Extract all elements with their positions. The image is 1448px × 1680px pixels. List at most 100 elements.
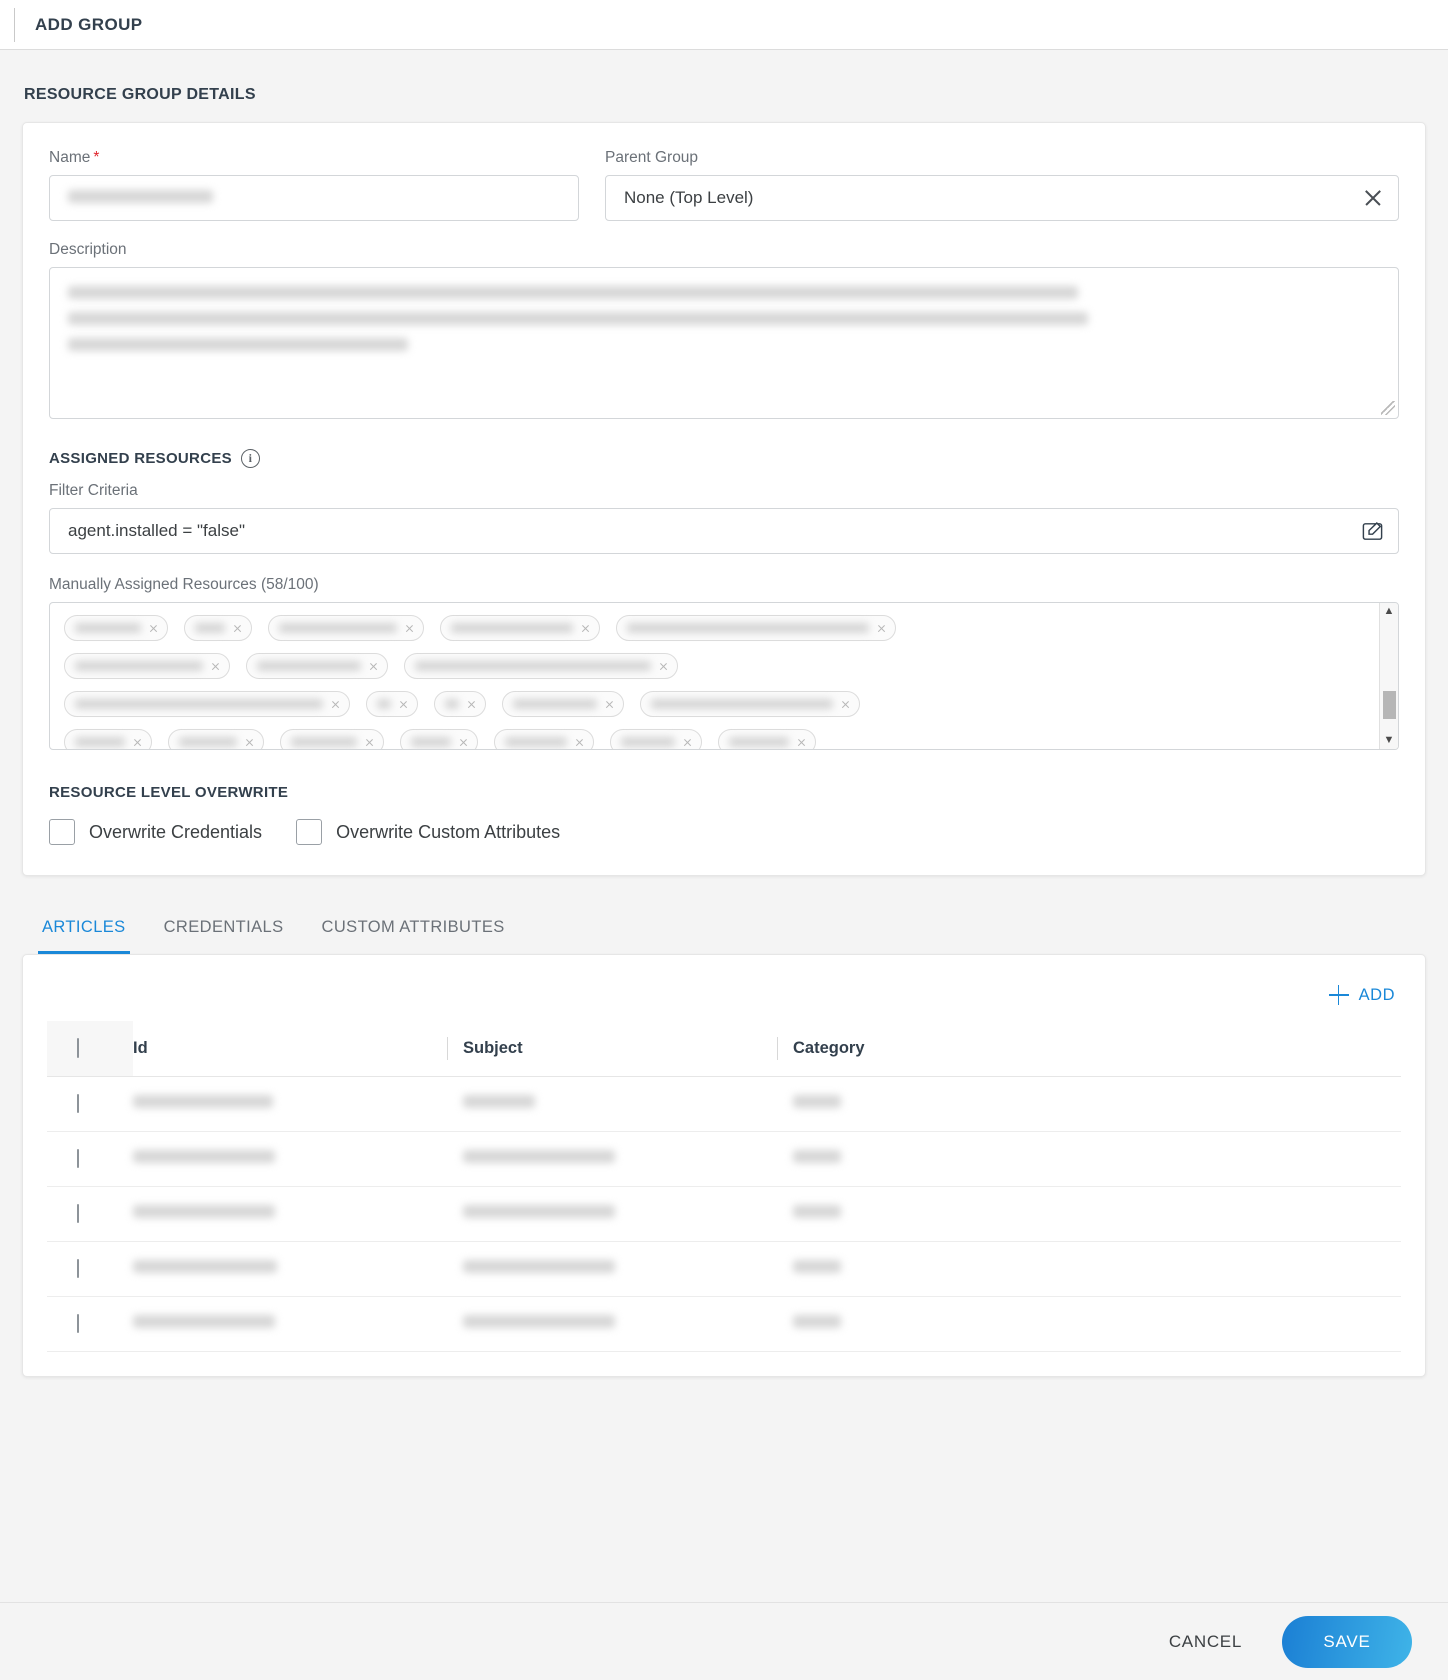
assigned-resources-title: ASSIGNED RESOURCES: [49, 450, 232, 467]
close-icon[interactable]: [575, 738, 583, 746]
select-all-header[interactable]: [47, 1021, 133, 1077]
resource-chip[interactable]: [280, 729, 384, 749]
resource-chip[interactable]: [64, 615, 168, 641]
resource-chip[interactable]: [168, 729, 264, 749]
resource-chip[interactable]: [400, 729, 478, 749]
description-textarea[interactable]: [49, 267, 1399, 419]
table-body: [47, 1076, 1401, 1352]
redacted-chip-text: [451, 623, 573, 633]
close-icon[interactable]: [233, 624, 241, 632]
scrollbar-thumb[interactable]: [1383, 691, 1396, 719]
close-icon[interactable]: [211, 662, 219, 670]
resource-chip[interactable]: [246, 653, 388, 679]
table-row[interactable]: [47, 1241, 1401, 1297]
row-checkbox-cell[interactable]: [47, 1296, 133, 1352]
close-icon[interactable]: [399, 700, 407, 708]
column-header-id[interactable]: Id: [133, 1021, 463, 1077]
resource-chip[interactable]: [610, 729, 702, 749]
cell-subject: [463, 1076, 793, 1132]
name-input-value: [68, 188, 564, 208]
table-header-row: Id Subject Category: [47, 1021, 1401, 1077]
resource-chip[interactable]: [434, 691, 486, 717]
column-header-category[interactable]: Category: [777, 1021, 1401, 1077]
cell-subject: [463, 1131, 793, 1187]
checkbox-box-icon[interactable]: [49, 819, 75, 845]
name-label-text: Name: [49, 149, 91, 166]
resource-chip[interactable]: [64, 691, 350, 717]
table-row[interactable]: [47, 1186, 1401, 1242]
resource-chip[interactable]: [494, 729, 594, 749]
resource-chip[interactable]: [718, 729, 816, 749]
chip-row: [64, 729, 1368, 749]
row-checkbox-cell[interactable]: [47, 1186, 133, 1242]
checkbox-box-icon[interactable]: [77, 1038, 79, 1058]
checkbox-box-icon[interactable]: [77, 1204, 79, 1223]
parent-group-select[interactable]: None (Top Level): [605, 175, 1399, 221]
tab-credentials[interactable]: CREDENTIALS: [160, 910, 288, 954]
table-row[interactable]: [47, 1131, 1401, 1187]
close-icon[interactable]: [365, 738, 373, 746]
checkbox-box-icon[interactable]: [296, 819, 323, 845]
resource-chip[interactable]: [640, 691, 860, 717]
redacted-chip-text: [445, 699, 459, 709]
articles-panel: ADD Id Subject Category: [22, 954, 1426, 1377]
close-icon[interactable]: [1362, 187, 1384, 209]
column-header-subject[interactable]: Subject: [447, 1021, 793, 1077]
chevron-up-icon[interactable]: ▲: [1384, 603, 1395, 620]
table-row[interactable]: [47, 1076, 1401, 1132]
checkbox-box-icon[interactable]: [77, 1149, 79, 1168]
close-icon[interactable]: [659, 662, 667, 670]
resource-chip[interactable]: [616, 615, 896, 641]
checkbox-box-icon[interactable]: [77, 1259, 79, 1278]
row-checkbox-cell[interactable]: [47, 1076, 133, 1132]
tab-custom-attributes[interactable]: CUSTOM ATTRIBUTES: [318, 910, 509, 954]
close-icon[interactable]: [149, 624, 157, 632]
checkbox-box-icon[interactable]: [77, 1314, 79, 1333]
resource-chip[interactable]: [366, 691, 418, 717]
close-icon[interactable]: [459, 738, 467, 746]
resource-chip[interactable]: [184, 615, 252, 641]
cancel-button[interactable]: CANCEL: [1159, 1620, 1252, 1664]
resource-chip[interactable]: [64, 729, 152, 749]
tab-articles[interactable]: ARTICLES: [38, 910, 130, 954]
close-icon[interactable]: [581, 624, 589, 632]
close-icon[interactable]: [683, 738, 691, 746]
assigned-resources-heading: ASSIGNED RESOURCES i: [49, 449, 1399, 468]
resource-group-details-heading: RESOURCE GROUP DETAILS: [24, 86, 256, 103]
resource-chip[interactable]: [404, 653, 678, 679]
resource-chip[interactable]: [440, 615, 600, 641]
parent-group-label: Parent Group: [605, 149, 699, 166]
close-icon[interactable]: [841, 700, 849, 708]
row-checkbox-cell[interactable]: [47, 1241, 133, 1297]
add-article-button[interactable]: ADD: [47, 975, 1401, 1021]
cell-id: [133, 1131, 463, 1187]
close-icon[interactable]: [331, 700, 339, 708]
close-icon[interactable]: [797, 738, 805, 746]
close-icon[interactable]: [369, 662, 377, 670]
info-icon[interactable]: i: [240, 449, 260, 468]
filter-criteria-input[interactable]: agent.installed = "false": [49, 508, 1399, 554]
close-icon[interactable]: [877, 624, 885, 632]
checkbox-box-icon[interactable]: [77, 1094, 79, 1113]
resource-chip[interactable]: [268, 615, 424, 641]
save-button[interactable]: SAVE: [1282, 1615, 1412, 1668]
close-icon[interactable]: [133, 738, 141, 746]
table-row[interactable]: [47, 1296, 1401, 1352]
close-icon[interactable]: [467, 700, 475, 708]
close-icon[interactable]: [405, 624, 413, 632]
name-label: Name *: [49, 149, 579, 167]
close-icon[interactable]: [605, 700, 613, 708]
manually-assigned-resources-label: Manually Assigned Resources (58/100): [49, 576, 319, 593]
resource-chip[interactable]: [502, 691, 624, 717]
resource-chip[interactable]: [64, 653, 230, 679]
row-checkbox-cell[interactable]: [47, 1131, 133, 1187]
edit-icon[interactable]: [1361, 520, 1384, 543]
scrollbar-vertical[interactable]: ▲ ▼: [1379, 603, 1398, 749]
overwrite-credentials-checkbox[interactable]: Overwrite Credentials: [49, 819, 262, 845]
name-input[interactable]: [49, 175, 579, 221]
manually-assigned-resources-box[interactable]: ▲ ▼: [49, 602, 1399, 750]
chevron-down-icon[interactable]: ▼: [1384, 732, 1395, 749]
resize-handle-icon[interactable]: [1381, 401, 1395, 415]
close-icon[interactable]: [245, 738, 253, 746]
overwrite-custom-attributes-checkbox[interactable]: Overwrite Custom Attributes: [296, 819, 560, 845]
